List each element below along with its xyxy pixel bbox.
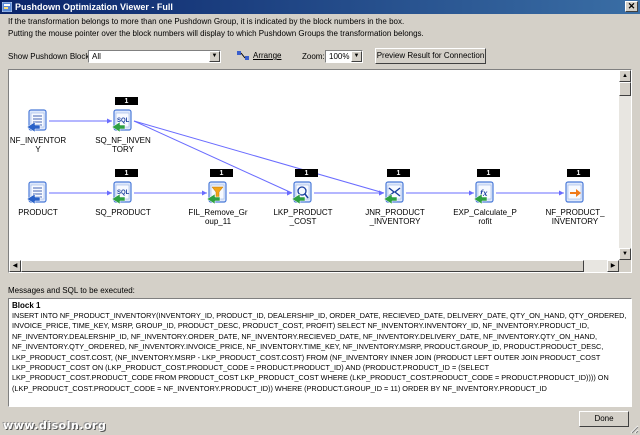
sq-icon: SQL <box>111 181 132 205</box>
node-label-line2: _INVENTORY <box>369 217 421 226</box>
link-arrowhead <box>379 190 384 196</box>
link-arrowhead <box>107 118 112 124</box>
link-sq_nf_inventory-to-jnr_product_inventory <box>133 120 385 194</box>
pushdown-viewer-window: Pushdown Optimization Viewer - Full ✕ If… <box>0 0 640 435</box>
node-label-line2: oup_11 <box>205 217 232 226</box>
link-arrowhead <box>107 190 112 196</box>
watermark: www.disoln.org <box>3 419 107 432</box>
node-exp-calculate-profit[interactable]: 1 fx EXP_Calculate_Profit <box>453 169 517 226</box>
done-label: Done <box>594 414 614 423</box>
block-number-text: 1 <box>125 98 129 105</box>
sq-icon: SQL <box>111 109 132 133</box>
mapping-canvas[interactable]: NF_INVENTOR Y 1 SQL SQ_NF_INVEN TORY PRODUCT 1 S… <box>8 69 632 273</box>
node-product[interactable]: PRODUCT <box>18 181 58 217</box>
node-label-line1: NF_PRODUCT_ <box>545 208 605 217</box>
link-arrowhead <box>202 190 207 196</box>
node-label-line1: PRODUCT <box>18 208 58 217</box>
link-arrowhead <box>559 190 564 196</box>
arrange-icon[interactable] <box>236 49 250 62</box>
zoom-label: Zoom: <box>302 52 325 61</box>
scrollbar-corner <box>619 260 631 272</box>
node-lkp-product-cost[interactable]: 1 LKP_PRODUCT_COST <box>273 169 333 226</box>
title-bar: Pushdown Optimization Viewer - Full ✕ <box>0 0 640 14</box>
vertical-scrollbar[interactable]: ▲ ▼ <box>619 70 631 260</box>
expression-icon: fx <box>473 181 494 205</box>
preview-result-button[interactable]: Preview Result for Connection <box>375 48 486 64</box>
node-sq-nf-inventory[interactable]: 1 SQL SQ_NF_INVENTORY <box>95 97 151 154</box>
node-label-line1: JNR_PRODUCT <box>365 208 425 217</box>
block-number-text: 1 <box>220 170 224 177</box>
node-label-line2: TORY <box>112 145 135 154</box>
source-icon <box>26 109 47 133</box>
chevron-down-icon: ▼ <box>209 51 220 62</box>
scroll-up-icon[interactable]: ▲ <box>619 70 631 82</box>
show-block-select[interactable]: All ▼ <box>88 50 221 63</box>
scroll-right-icon[interactable]: ▶ <box>607 260 619 272</box>
node-nf-inventory[interactable]: NF_INVENTORY <box>10 109 67 154</box>
mapping-diagram: NF_INVENTORY 1 SQL SQ_NF_INVENTORY PRODUCT 1 S… <box>10 97 605 226</box>
node-label-line2: _COST <box>289 217 317 226</box>
info-line-2: Putting the mouse pointer over the block… <box>8 29 424 38</box>
scroll-down-icon[interactable]: ▼ <box>619 248 631 260</box>
info-line-1: If the transformation belongs to more th… <box>8 17 405 26</box>
node-label-line1: LKP_PRODUCT <box>273 208 332 217</box>
node-nf-product-inventory[interactable]: 1 NF_PRODUCT_INVENTORY <box>545 169 605 226</box>
close-icon: ✕ <box>627 1 636 11</box>
node-label-line1: SQ_PRODUCT <box>95 208 151 217</box>
block-title: Block 1 <box>12 301 41 310</box>
close-button[interactable]: ✕ <box>625 1 638 12</box>
link-arrowhead <box>287 190 292 196</box>
joiner-icon <box>383 181 404 205</box>
vertical-scroll-thumb[interactable] <box>619 82 631 96</box>
scroll-left-icon[interactable]: ◀ <box>9 260 21 272</box>
window-title: Pushdown Optimization Viewer - Full <box>15 2 173 12</box>
filter-icon <box>206 181 227 205</box>
sql-section-label: Messages and SQL to be executed: <box>8 286 135 295</box>
node-fil-remove-group[interactable]: 1 FIL_Remove_Group_11 <box>188 169 248 226</box>
chevron-down-icon: ▼ <box>351 51 362 62</box>
link-arrowhead <box>469 190 474 196</box>
resize-grip-icon[interactable] <box>629 424 639 434</box>
show-block-label: Show Pushdown Block: <box>8 52 92 61</box>
app-icon <box>2 2 12 12</box>
block-number-text: 1 <box>397 170 401 177</box>
sql-textbox[interactable]: Block 1 INSERT INTO NF_PRODUCT_INVENTORY… <box>8 298 632 407</box>
node-label-line2: INVENTORY <box>552 217 599 226</box>
preview-result-label: Preview Result for Connection <box>376 51 485 60</box>
sql-text: INSERT INTO NF_PRODUCT_INVENTORY(INVENTO… <box>12 311 627 393</box>
block-number-text: 1 <box>577 170 581 177</box>
arrange-button[interactable]: Arrange <box>253 51 281 61</box>
source-icon <box>26 181 47 205</box>
node-jnr-product-inventory[interactable]: 1 JNR_PRODUCT_INVENTORY <box>365 169 425 226</box>
show-block-value: All <box>92 52 101 61</box>
node-label-line1: SQ_NF_INVEN <box>95 136 151 145</box>
block-number-text: 1 <box>305 170 309 177</box>
target-icon <box>565 181 584 203</box>
done-button[interactable]: Done <box>579 411 629 427</box>
node-label-line2: Y <box>35 145 41 154</box>
block-number-text: 1 <box>487 170 491 177</box>
horizontal-scrollbar[interactable]: ◀ ▶ <box>9 260 619 272</box>
zoom-select[interactable]: 100% ▼ <box>325 50 363 63</box>
lookup-icon <box>291 181 312 205</box>
node-label-line2: rofit <box>478 217 492 226</box>
node-label-line1: NF_INVENTOR <box>10 136 67 145</box>
block-number-text: 1 <box>125 170 129 177</box>
zoom-value: 100% <box>329 52 350 61</box>
node-label-line1: EXP_Calculate_P <box>453 208 517 217</box>
node-label-line1: FIL_Remove_Gr <box>188 208 247 217</box>
horizontal-scroll-thumb[interactable] <box>21 260 584 272</box>
